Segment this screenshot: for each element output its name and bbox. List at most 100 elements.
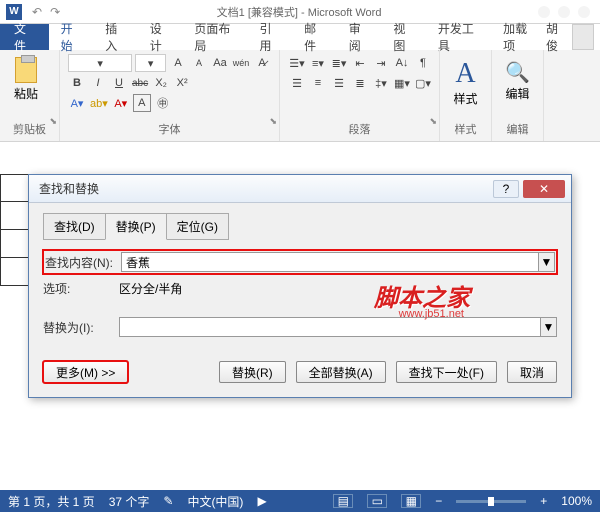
- paste-button[interactable]: 粘贴: [8, 54, 44, 104]
- align-justify-button[interactable]: ≣: [351, 74, 369, 92]
- cancel-button[interactable]: 取消: [507, 361, 557, 383]
- styles-icon: A: [455, 58, 475, 90]
- bold-button[interactable]: B: [68, 74, 86, 92]
- font-name-combo[interactable]: ▾: [68, 54, 132, 72]
- enclose-button[interactable]: ㊥: [154, 94, 172, 112]
- status-page[interactable]: 第 1 页，共 1 页: [8, 493, 95, 510]
- help-icon: ?: [503, 182, 510, 196]
- text-effect-button[interactable]: A▾: [68, 94, 86, 112]
- binoculars-icon: 🔍: [505, 60, 530, 85]
- view-web-button[interactable]: ▦: [401, 494, 421, 508]
- status-macro-icon[interactable]: ▶: [257, 494, 266, 508]
- dialog-launcher-icon[interactable]: ⬊: [429, 116, 437, 127]
- zoom-in-button[interactable]: +: [540, 494, 547, 508]
- replace-all-button[interactable]: 全部替换(A): [296, 361, 386, 383]
- user-name[interactable]: 胡俊: [546, 20, 566, 54]
- dialog-close-button[interactable]: ✕: [523, 180, 565, 198]
- status-bar: 第 1 页，共 1 页 37 个字 ✎ 中文(中国) ▶ ▤ ▭ ▦ − + 1…: [0, 490, 600, 512]
- tab-replace[interactable]: 替换(P): [105, 213, 167, 240]
- grow-font-button[interactable]: A: [169, 54, 187, 72]
- document-title: 文档1 [兼容模式] - Microsoft Word: [64, 4, 534, 20]
- font-color-button[interactable]: A▾: [112, 94, 130, 112]
- group-paragraph-title: 段落: [288, 119, 431, 137]
- editing-button[interactable]: 🔍 编辑: [505, 54, 530, 102]
- superscript-button[interactable]: X²: [173, 74, 191, 92]
- replace-label: 替换为(I):: [43, 319, 119, 336]
- find-input[interactable]: 香蕉: [121, 252, 539, 272]
- shading-button[interactable]: ▦▾: [393, 74, 411, 92]
- group-style-title: 样式: [455, 119, 477, 137]
- align-right-button[interactable]: ☰: [330, 74, 348, 92]
- font-size-combo[interactable]: ▾: [135, 54, 166, 72]
- dialog-help-button[interactable]: ?: [493, 180, 519, 198]
- tab-view[interactable]: 视图: [381, 24, 426, 50]
- pilcrow-button[interactable]: ¶: [414, 54, 432, 72]
- dialog-title: 查找和替换: [35, 180, 493, 197]
- tab-goto[interactable]: 定位(G): [166, 213, 229, 240]
- indent-increase-button[interactable]: ⇥: [372, 54, 390, 72]
- ribbon-body: 粘贴 剪贴板 ⬊ ▾ ▾ A A Aa wén A̷ B I U abc X₂ …: [0, 50, 600, 142]
- zoom-slider[interactable]: [456, 500, 526, 503]
- dialog-tabs: 查找(D) 替换(P) 定位(G): [43, 213, 557, 240]
- dialog-launcher-icon[interactable]: ⬊: [49, 116, 57, 127]
- clear-format-button[interactable]: A̷: [253, 54, 271, 72]
- close-icon: ✕: [539, 182, 549, 196]
- borders-button[interactable]: ▢▾: [414, 74, 432, 92]
- numbering-button[interactable]: ≡▾: [309, 54, 327, 72]
- indent-decrease-button[interactable]: ⇤: [351, 54, 369, 72]
- styles-button[interactable]: A 样式: [453, 54, 477, 107]
- replace-input[interactable]: [119, 317, 541, 337]
- shrink-font-button[interactable]: A: [190, 54, 208, 72]
- tab-developer[interactable]: 开发工具: [426, 24, 491, 50]
- find-dropdown-button[interactable]: ▼: [539, 252, 555, 272]
- phonetic-button[interactable]: wén: [232, 54, 250, 72]
- more-button[interactable]: 更多(M) >>: [43, 361, 128, 383]
- change-case-button[interactable]: Aa: [211, 54, 229, 72]
- user-avatar-icon[interactable]: [572, 24, 594, 50]
- quick-access-redo-icon[interactable]: ↷: [50, 5, 60, 19]
- quick-access-undo-icon[interactable]: ↶: [32, 5, 42, 19]
- subscript-button[interactable]: X₂: [152, 74, 170, 92]
- ribbon-tabs: 文件 开始 插入 设计 页面布局 引用 邮件 审阅 视图 开发工具 加载项 胡俊: [0, 24, 600, 50]
- editing-label: 编辑: [505, 85, 529, 102]
- zoom-out-button[interactable]: −: [435, 494, 442, 508]
- tab-mail[interactable]: 邮件: [292, 24, 337, 50]
- dialog-titlebar[interactable]: 查找和替换 ? ✕: [29, 175, 571, 203]
- find-label: 查找内容(N):: [45, 254, 121, 271]
- italic-button[interactable]: I: [89, 74, 107, 92]
- line-spacing-button[interactable]: ‡▾: [372, 74, 390, 92]
- status-language[interactable]: 中文(中国): [187, 493, 243, 510]
- zoom-level[interactable]: 100%: [561, 494, 592, 508]
- tab-find[interactable]: 查找(D): [43, 213, 106, 240]
- view-read-button[interactable]: ▭: [367, 494, 387, 508]
- tab-design[interactable]: 设计: [138, 24, 183, 50]
- highlight-button[interactable]: ab▾: [89, 94, 109, 112]
- tab-file[interactable]: 文件: [0, 24, 49, 50]
- align-left-button[interactable]: ☰: [288, 74, 306, 92]
- multilevel-button[interactable]: ≣▾: [330, 54, 348, 72]
- dialog-launcher-icon[interactable]: ⬊: [269, 116, 277, 127]
- status-proof-icon[interactable]: ✎: [163, 494, 173, 508]
- view-print-layout-button[interactable]: ▤: [333, 494, 353, 508]
- options-value: 区分全/半角: [119, 280, 182, 297]
- underline-button[interactable]: U: [110, 74, 128, 92]
- sort-button[interactable]: A↓: [393, 54, 411, 72]
- replace-button[interactable]: 替换(R): [219, 361, 286, 383]
- options-label: 选项:: [43, 280, 119, 297]
- paste-label: 粘贴: [14, 85, 38, 102]
- status-word-count[interactable]: 37 个字: [109, 493, 150, 510]
- tab-home[interactable]: 开始: [49, 24, 94, 50]
- find-next-button[interactable]: 查找下一处(F): [396, 361, 497, 383]
- tab-insert[interactable]: 插入: [93, 24, 138, 50]
- tab-addin[interactable]: 加载项: [491, 24, 546, 50]
- align-center-button[interactable]: ≡: [309, 74, 327, 92]
- char-border-button[interactable]: A: [133, 94, 151, 112]
- tab-layout[interactable]: 页面布局: [182, 24, 247, 50]
- chevron-down-icon: ▼: [543, 320, 555, 334]
- bullets-button[interactable]: ☰▾: [288, 54, 306, 72]
- tab-references[interactable]: 引用: [248, 24, 293, 50]
- strike-button[interactable]: abc: [131, 74, 149, 92]
- group-clipboard-title: 剪贴板: [8, 119, 51, 137]
- tab-review[interactable]: 审阅: [337, 24, 382, 50]
- replace-dropdown-button[interactable]: ▼: [541, 317, 557, 337]
